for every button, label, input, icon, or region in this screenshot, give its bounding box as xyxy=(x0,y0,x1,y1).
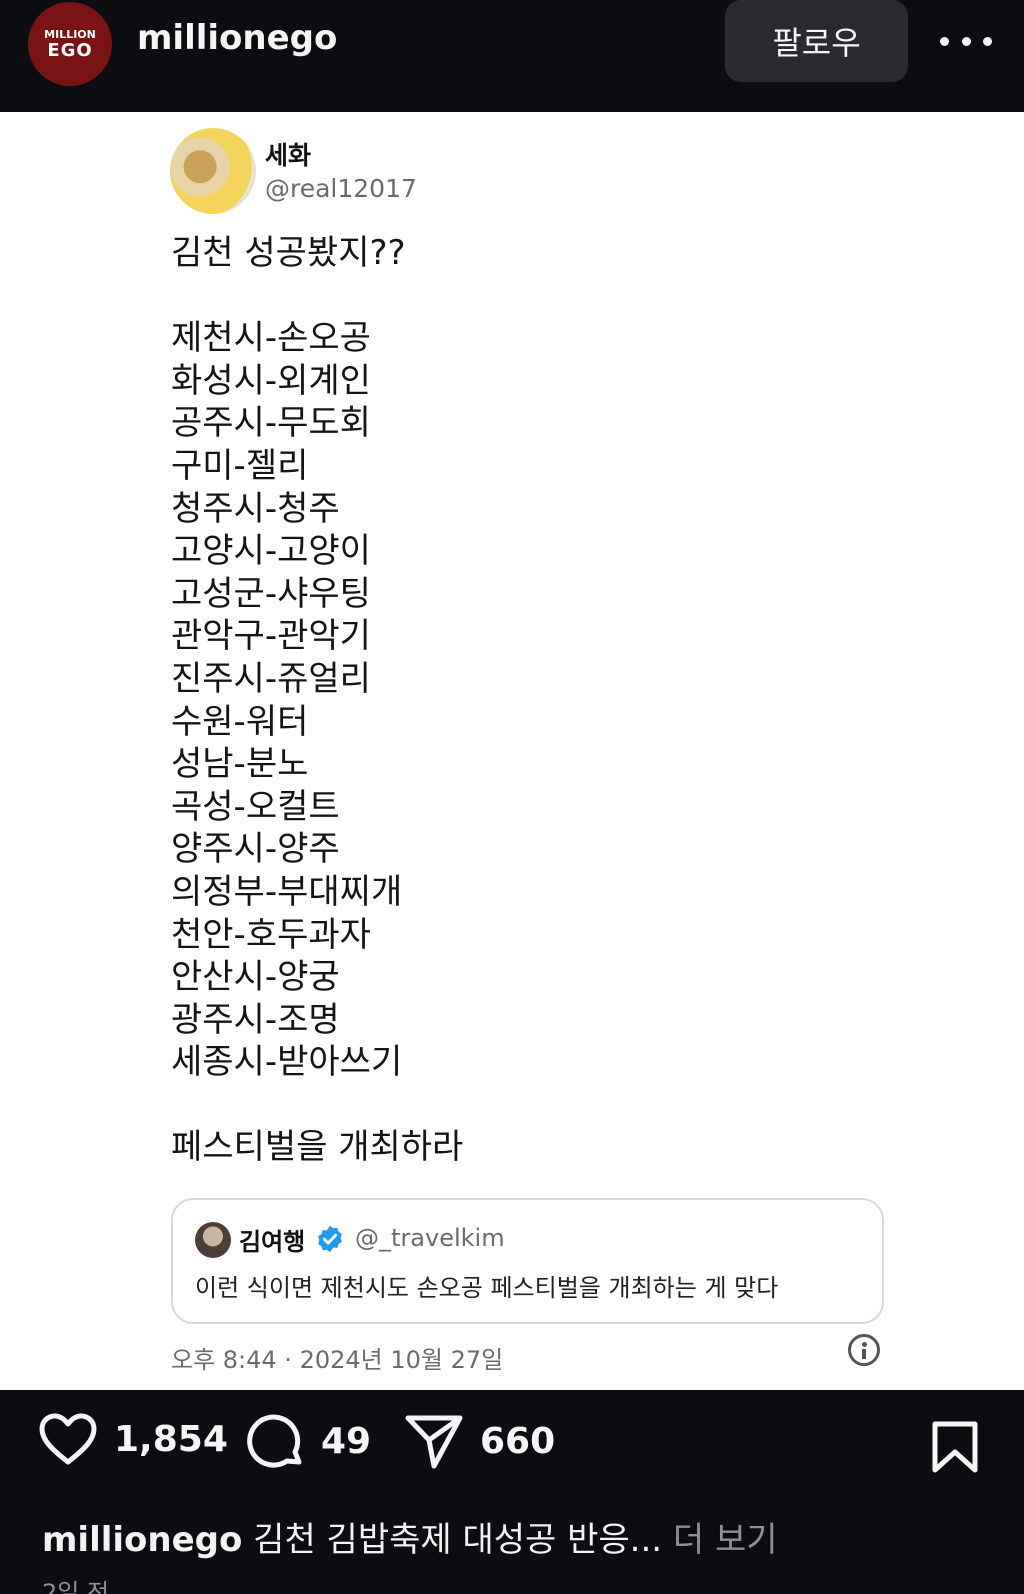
tweet-author-name: 세화 xyxy=(265,141,312,170)
tweet-line: 김천 성공봤지?? xyxy=(171,233,406,273)
tweet-line: 양주시-양주 xyxy=(171,829,340,870)
quoted-author-name: 김여행 xyxy=(239,1228,306,1256)
info-icon xyxy=(848,1334,880,1366)
tweet-line: 고성군-샤우팅 xyxy=(171,573,371,614)
share-button[interactable]: 660 xyxy=(404,1412,555,1470)
tweet-line: 의정부-부대찌개 xyxy=(171,871,403,912)
like-button[interactable]: 1,854 xyxy=(38,1412,228,1466)
tweet-line: 공주시-무도회 xyxy=(171,403,371,444)
tweet-line: 제천시-손오공 xyxy=(171,318,371,359)
quoted-tweet: 김여행 @_travelkim 이런 식이면 제천시도 손오공 페스티벌을 개최… xyxy=(171,1198,884,1324)
more-options-icon[interactable] xyxy=(940,26,992,56)
tweet-line: 안산시-양궁 xyxy=(171,957,340,998)
post-time-ago: 2일 전 xyxy=(42,1579,110,1594)
quoted-author-handle: @_travelkim xyxy=(355,1224,505,1252)
tweet-line: 관악구-관악기 xyxy=(171,616,371,657)
caption-username[interactable]: millionego xyxy=(42,1520,242,1560)
tweet-timestamp: 오후 8:44 · 2024년 10월 27일 xyxy=(171,1346,504,1374)
profile-avatar[interactable]: MILLION EGO xyxy=(28,2,112,86)
comment-bubble-icon xyxy=(247,1414,302,1468)
send-icon xyxy=(405,1415,463,1469)
quoted-tweet-text: 이런 식이면 제천시도 손오공 페스티벌을 개최하는 게 맞다 xyxy=(195,1274,779,1302)
tweet-author-avatar xyxy=(170,128,256,214)
tweet-line: 진주시-쥬얼리 xyxy=(171,658,371,699)
follow-button[interactable]: 팔로우 xyxy=(725,0,908,82)
caption-text: 김천 김밥축제 대성공 반응... xyxy=(242,1520,673,1560)
comment-button[interactable]: 49 xyxy=(247,1412,371,1470)
tweet-line: 페스티벌을 개최하라 xyxy=(171,1127,464,1168)
heart-icon xyxy=(39,1413,97,1465)
share-count: 660 xyxy=(480,1420,556,1462)
tweet-body: 김천 성공봤지?? 제천시-손오공 화성시-외계인 공주시-무도회 구미-젤리 청주시-청… xyxy=(171,232,871,1169)
profile-username[interactable]: millionego xyxy=(137,18,337,58)
tweet-line: 천안-호두과자 xyxy=(171,914,371,955)
bookmark-icon[interactable] xyxy=(930,1420,980,1474)
tweet-line: 수원-워터 xyxy=(171,701,309,742)
tweet-line: 광주시-조명 xyxy=(171,999,340,1040)
logo-text-bottom: EGO xyxy=(47,39,93,61)
post-caption[interactable]: millionego 김천 김밥축제 대성공 반응... 더 보기 xyxy=(42,1512,1002,1561)
tweet-author-handle: @real12017 xyxy=(265,174,417,203)
tweet-line: 성남-분노 xyxy=(171,744,309,785)
post-header: MILLION EGO millionego 팔로우 xyxy=(0,0,1024,112)
comment-count: 49 xyxy=(321,1420,372,1462)
tweet-line: 구미-젤리 xyxy=(171,445,309,486)
verified-badge-icon xyxy=(318,1225,342,1253)
tweet-line: 청주시-청주 xyxy=(171,488,340,529)
tweet-line: 곡성-오컬트 xyxy=(171,786,340,827)
tweet-line: 화성시-외계인 xyxy=(171,360,371,401)
logo-text-top: MILLION xyxy=(44,27,96,41)
tweet-line: 고양시-고양이 xyxy=(171,531,371,572)
quoted-author-avatar xyxy=(195,1222,231,1258)
like-count: 1,854 xyxy=(114,1418,228,1460)
tweet-line: 세종시-받아쓰기 xyxy=(171,1042,403,1083)
action-bar: 1,854 49 660 xyxy=(0,1390,1024,1490)
see-more-link[interactable]: 더 보기 xyxy=(673,1520,778,1560)
post-image[interactable]: 세화 @real12017 김천 성공봤지?? 제천시-손오공 화성시-외계인 공주시… xyxy=(0,112,1024,1390)
